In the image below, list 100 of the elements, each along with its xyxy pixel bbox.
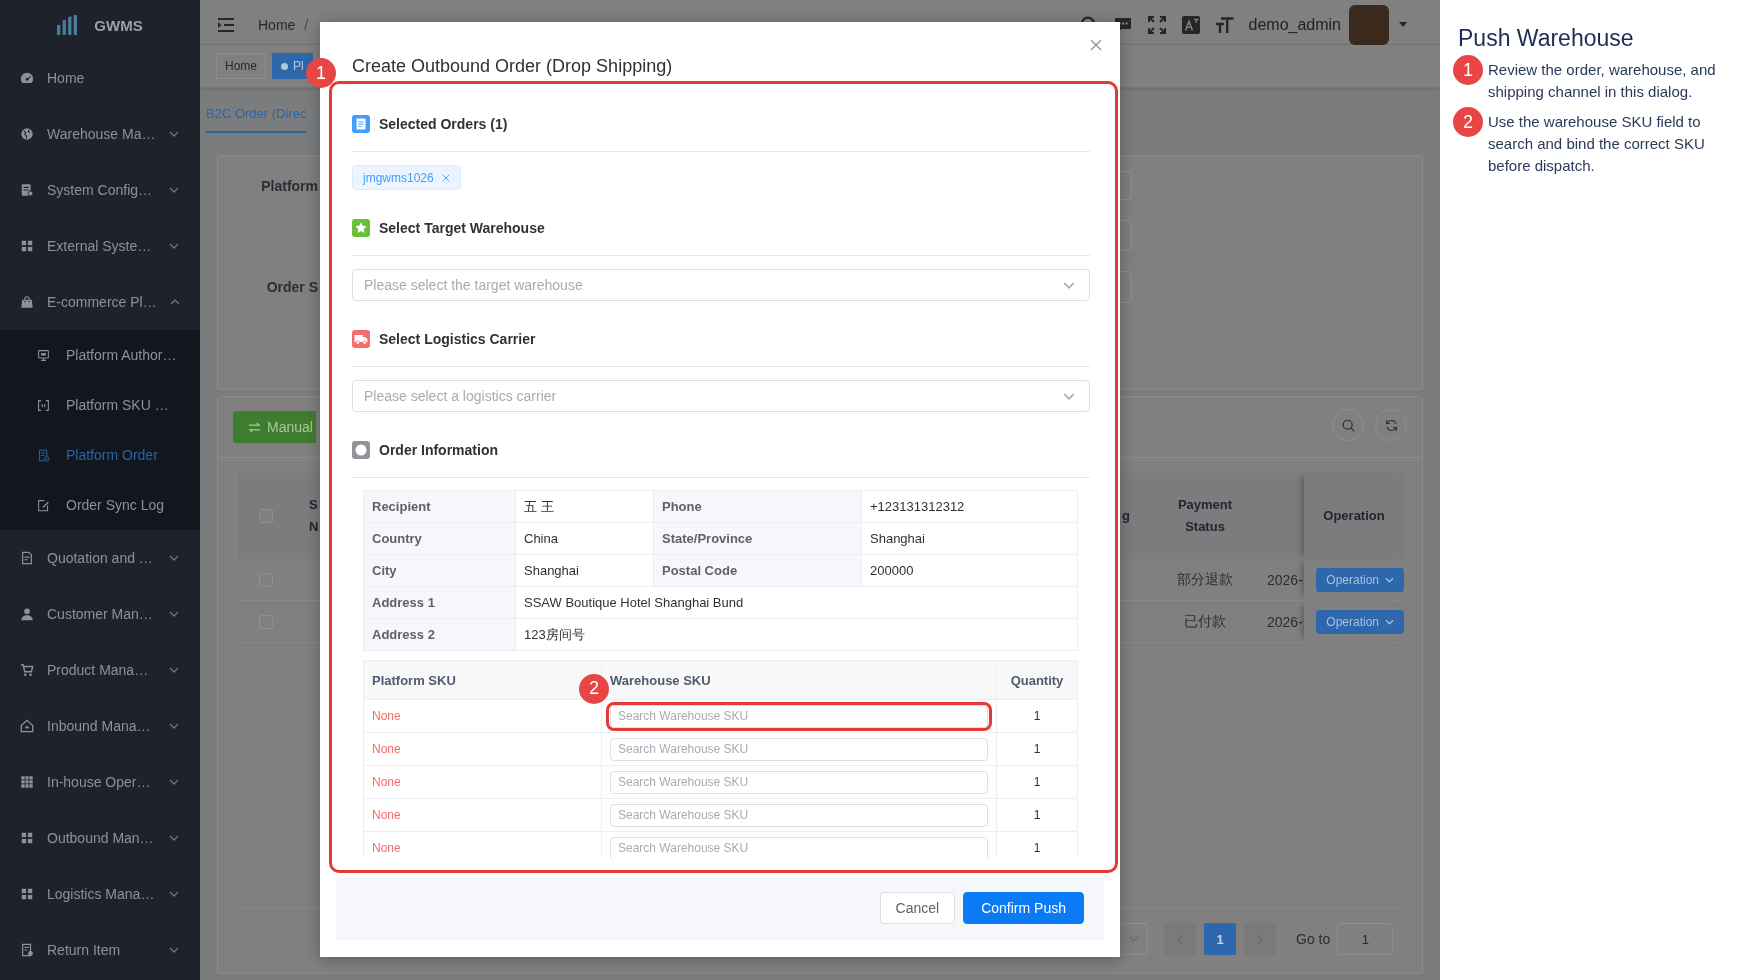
page-input[interactable]: 1 [1337, 923, 1394, 955]
user-name[interactable]: demo_admin [1248, 15, 1341, 34]
search-field[interactable]: Search Warehouse SKU [610, 803, 988, 827]
column-header: S N [308, 496, 320, 536]
bag-icon [20, 295, 34, 309]
grid-icon [20, 831, 34, 845]
step-text: Use the warehouse SKU field to search and bind the correct SKU before dispatch. [1488, 112, 1706, 176]
table-cell: 1 [997, 832, 1078, 858]
refresh-icon [1384, 418, 1398, 432]
table-cell-text: 2026- [1266, 612, 1304, 632]
field-label: Recipient [364, 491, 516, 523]
field-value: SSAW Boutique Hotel Shanghai Bund [516, 587, 1078, 619]
monitor-icon [37, 348, 50, 362]
column-header: g [1121, 507, 1131, 525]
order-tag[interactable]: jmgwms1026 [352, 165, 461, 190]
section-title: Select Logistics Carrier [379, 331, 536, 347]
search-field[interactable]: Search Warehouse SKU [610, 836, 988, 858]
font-size-icon[interactable] [1215, 15, 1234, 34]
menu-item[interactable]: Outbound Man… [0, 810, 200, 866]
menu-item[interactable]: Customer Man… [0, 586, 200, 642]
table-cell: None [364, 832, 602, 858]
page-size-select[interactable] [1121, 923, 1148, 955]
translate-icon[interactable] [1181, 15, 1200, 34]
document-icon [20, 183, 34, 197]
column-header: Warehouse SKU [602, 661, 997, 700]
menu-item[interactable]: External Syste… [0, 218, 200, 274]
section-title: Select Target Warehouse [379, 220, 545, 236]
caret-icon [1063, 281, 1075, 289]
field-label: Country [364, 523, 516, 555]
gauge-icon [20, 71, 34, 85]
breadcrumb-link[interactable]: Home [258, 16, 296, 33]
menu-item[interactable]: In-house Oper… [0, 754, 200, 810]
search-field[interactable]: Search Warehouse SKU [610, 737, 988, 761]
menu-item[interactable]: E-commerce Pl… [0, 274, 200, 330]
field-label: Address 1 [364, 587, 516, 619]
page-tag[interactable]: Pl [272, 53, 313, 79]
menu-item[interactable]: Product Mana… [0, 642, 200, 698]
document-icon [20, 943, 34, 957]
form-label: Order S [265, 278, 318, 297]
search-icon [1341, 418, 1355, 432]
page-button[interactable]: 1 [1204, 923, 1236, 955]
fullscreen-icon[interactable] [1147, 15, 1166, 34]
field-value: 200000 [862, 555, 1078, 587]
menu-item[interactable]: Warehouse Ma… [0, 106, 200, 162]
table-cell: 1 [997, 799, 1078, 832]
menu-item[interactable]: Logistics Mana… [0, 866, 200, 922]
table-cell-text: 2026- [1266, 570, 1304, 590]
table-cell: None [364, 733, 602, 766]
table-cell: 1 [997, 733, 1078, 766]
caret-icon [1063, 392, 1075, 400]
field-label: Address 2 [364, 619, 516, 651]
menu-item[interactable]: System Config… [0, 162, 200, 218]
menu-item[interactable]: Platform Author… [0, 330, 200, 380]
circle-icon [352, 441, 370, 459]
edit-icon [37, 498, 50, 512]
menu-item[interactable]: Platform SKU … [0, 380, 200, 430]
menu-icon[interactable] [218, 17, 234, 32]
caret-icon[interactable] [1399, 22, 1407, 27]
confirm-button[interactable]: Confirm Push [963, 892, 1084, 924]
menu-item[interactable]: Return Item [0, 922, 200, 978]
menu-item[interactable]: Inbound Mana… [0, 698, 200, 754]
search-button[interactable] [1332, 409, 1364, 441]
page-tag[interactable]: Home [216, 53, 266, 79]
field-value: +123131312312 [862, 491, 1078, 523]
search-field[interactable]: Search Warehouse SKU [610, 770, 988, 794]
menu-item[interactable]: Order Sync Log [0, 480, 200, 530]
truck-icon [352, 330, 370, 348]
search-field[interactable]: Search Warehouse SKU [610, 704, 988, 728]
house-icon [20, 719, 34, 733]
close-icon[interactable] [441, 173, 450, 182]
cart-icon [20, 663, 34, 677]
step-badge: 2 [1453, 107, 1483, 137]
field-value: 123房间号 [516, 619, 1078, 651]
field-value: Shanghai [862, 523, 1078, 555]
form-label: Platform [260, 176, 318, 196]
grid-icon [20, 887, 34, 901]
menu-item[interactable]: Platform Order [0, 430, 200, 480]
column-header: Quantity [997, 661, 1078, 700]
section-title: Selected Orders (1) [379, 116, 508, 132]
section-title: Order Information [379, 442, 498, 458]
manual-button[interactable]: Manual [233, 411, 316, 443]
grid-icon [20, 239, 34, 253]
goto-label: Go to [1296, 931, 1331, 947]
caret-icon [1129, 936, 1139, 942]
field-label: Phone [654, 491, 862, 523]
operation-button[interactable]: Operation [1316, 609, 1404, 634]
cancel-button[interactable]: Cancel [879, 892, 956, 924]
document-icon [352, 115, 370, 133]
avatar-placeholder[interactable] [1349, 4, 1389, 45]
user-icon [20, 607, 34, 621]
swap-icon [248, 421, 261, 433]
close-icon[interactable] [1090, 39, 1102, 51]
menu-item[interactable]: Quotation and … [0, 530, 200, 586]
logo-icon [57, 15, 78, 35]
operation-button[interactable]: Operation [1316, 567, 1404, 592]
table-cell-text: 已付款 [1183, 611, 1227, 631]
menu-item[interactable]: Home [0, 50, 200, 106]
refresh-button[interactable] [1375, 409, 1407, 441]
table-cell: None [364, 766, 602, 799]
table-cell: 1 [997, 766, 1078, 799]
